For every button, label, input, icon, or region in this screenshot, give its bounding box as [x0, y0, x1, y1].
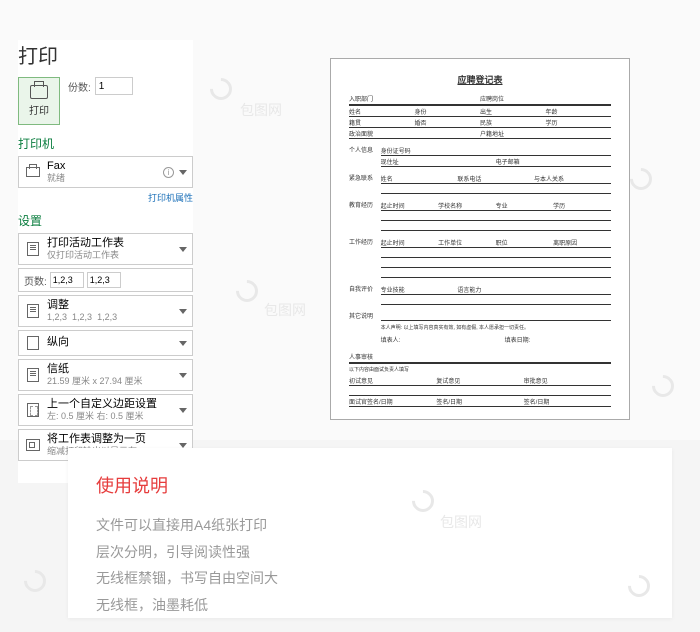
sheet-icon: [27, 242, 39, 256]
orientation-select[interactable]: 纵向: [18, 330, 193, 356]
printer-icon: [26, 167, 40, 177]
copies-label: 份数:: [68, 79, 91, 94]
print-button[interactable]: 打印: [18, 77, 60, 125]
chevron-down-icon: [179, 309, 187, 314]
printer-section-head: 打印机: [18, 135, 193, 152]
printer-properties-link[interactable]: 打印机属性: [18, 191, 193, 204]
instruction-line: 文件可以直接用A4纸张打印: [96, 512, 644, 539]
paper-size-select[interactable]: 信纸 21.59 厘米 x 27.94 厘米: [18, 359, 193, 391]
instruction-line: 层次分明，引导阅读性强: [96, 539, 644, 566]
instructions-title: 使用说明: [96, 472, 644, 498]
orientation-icon: [27, 336, 39, 350]
printer-select[interactable]: Fax 就绪 i: [18, 156, 193, 188]
paper-icon: [27, 368, 39, 382]
instruction-line: 无线框禁锢，书写自由空间大: [96, 565, 644, 592]
page-to-input[interactable]: [87, 272, 121, 288]
page-title: 打印: [18, 40, 193, 69]
chevron-down-icon: [179, 170, 187, 175]
page-from-input[interactable]: [50, 272, 84, 288]
chevron-down-icon: [179, 341, 187, 346]
collate-icon: [27, 304, 39, 318]
chevron-down-icon: [179, 373, 187, 378]
chevron-down-icon: [179, 247, 187, 252]
info-icon: i: [163, 167, 174, 178]
print-preview: 应聘登记表 入职部门应聘岗位 姓名身份出生年龄 籍贯婚否民族学历 政治面貌户籍地…: [330, 58, 630, 420]
margins-select[interactable]: 上一个自定义边距设置 左: 0.5 厘米 右: 0.5 厘米: [18, 394, 193, 426]
copies-input[interactable]: [95, 77, 133, 95]
printer-icon: [30, 85, 48, 99]
print-what-select[interactable]: 打印活动工作表 仅打印活动工作表: [18, 233, 193, 265]
chevron-down-icon: [179, 443, 187, 448]
chevron-down-icon: [179, 408, 187, 413]
instruction-line: 无线框，油墨耗低: [96, 592, 644, 619]
margins-icon: [27, 403, 39, 417]
settings-section-head: 设置: [18, 212, 193, 229]
instructions-card: 使用说明 文件可以直接用A4纸张打印 层次分明，引导阅读性强 无线框禁锢，书写自…: [68, 448, 672, 618]
fit-icon: [26, 439, 40, 451]
page-range-row: 页数:: [18, 268, 193, 292]
collate-select[interactable]: 调整 1,2,3 1,2,3 1,2,3: [18, 295, 193, 327]
